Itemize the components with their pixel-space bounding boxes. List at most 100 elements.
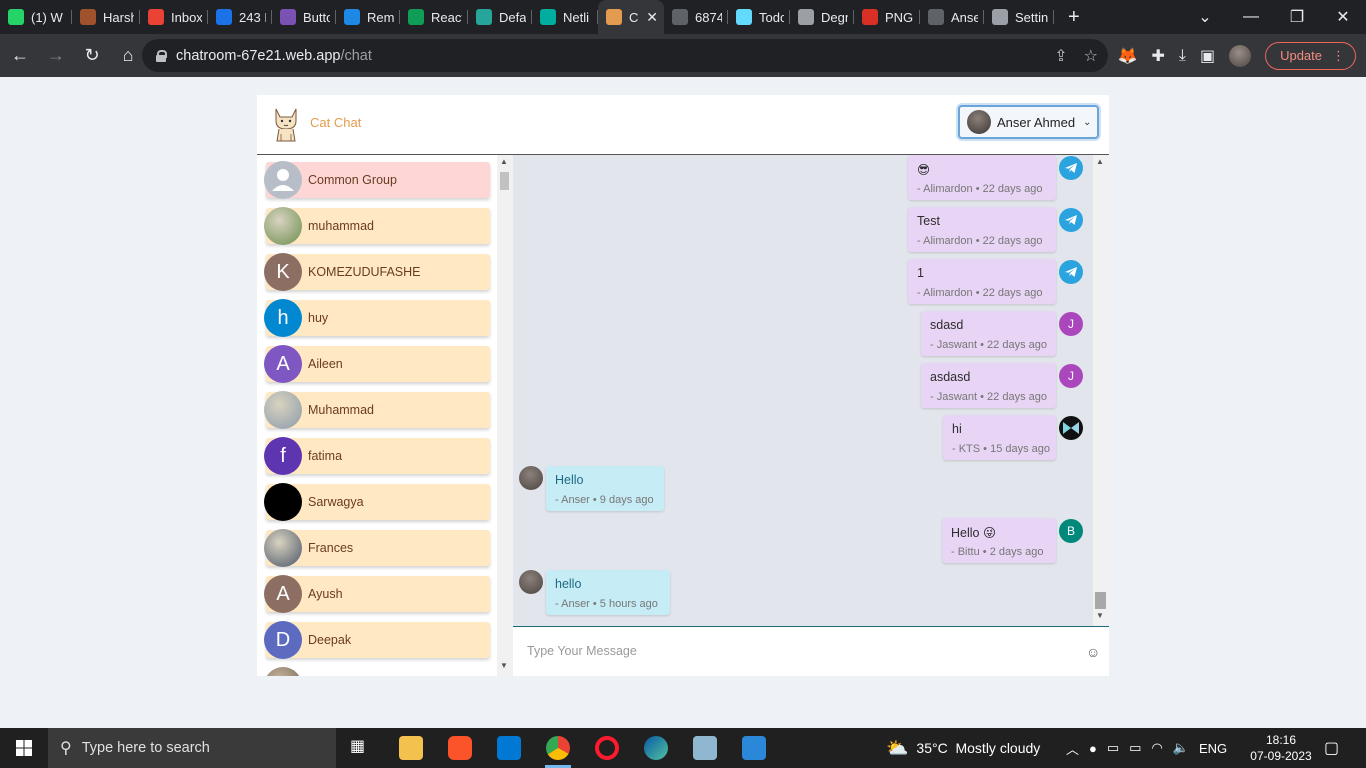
search-icon: ⚲ [60, 740, 72, 757]
brave-browser-icon[interactable] [448, 736, 472, 760]
contact-item[interactable]: muhammad [264, 207, 490, 245]
contact-item[interactable]: D Deepak [264, 621, 490, 659]
tab-title: 6874 [695, 9, 722, 25]
new-tab-icon[interactable]: + [1068, 6, 1080, 29]
contact-item[interactable]: Sarwagya [264, 483, 490, 521]
restore-icon[interactable]: ❐ [1274, 7, 1320, 27]
browser-tab[interactable]: Harsh [72, 0, 140, 34]
browser-tab[interactable]: React [400, 0, 468, 34]
scroll-down-icon[interactable]: ▼ [500, 661, 508, 670]
browser-tab[interactable]: Inbox [140, 0, 208, 34]
contact-item[interactable]: Muhammad [264, 391, 490, 429]
minimize-icon[interactable]: — [1228, 8, 1274, 26]
update-button[interactable]: Update ⋮ [1265, 41, 1356, 70]
sender-avatar: J [1059, 364, 1083, 388]
browser-tab-strip: (1) W Harsh Inbox 243 I Butto Remi React Defa Ne… [0, 0, 1366, 34]
forward-icon[interactable]: → [40, 40, 72, 72]
volume-icon[interactable]: 🔈 [1173, 740, 1189, 756]
browser-tab[interactable]: Anse [920, 0, 984, 34]
lock-icon[interactable] [156, 49, 167, 62]
browser-tab[interactable]: Todo [728, 0, 790, 34]
emoji-icon[interactable]: ☺ [1086, 644, 1100, 660]
contact-item[interactable]: f fatima [264, 437, 490, 475]
scrollbar-thumb[interactable] [1095, 592, 1106, 609]
reload-icon[interactable]: ↻ [76, 40, 108, 72]
side-panel-icon[interactable]: ▣ [1200, 46, 1215, 66]
contact-item[interactable]: A Ayush [264, 575, 490, 613]
chrome-icon[interactable] [546, 736, 570, 760]
profile-avatar[interactable] [1229, 44, 1252, 67]
file-explorer-icon[interactable] [399, 736, 423, 760]
contact-item[interactable]: A Aileen [264, 345, 490, 383]
message-composer[interactable]: Type Your Message ☺ [513, 626, 1109, 676]
meet-now-icon[interactable]: ▭ [1107, 740, 1119, 756]
browser-tab[interactable]: Defa [468, 0, 532, 34]
share-icon[interactable]: ⇪ [1054, 46, 1067, 66]
address-bar[interactable]: chatroom-67e21.web.app/chat ⇪ ☆ [142, 39, 1108, 72]
weather-widget[interactable]: ⛅ 35°C Mostly cloudy [886, 728, 1040, 768]
browser-tab[interactable]: Settin [984, 0, 1054, 34]
scrollbar-thumb[interactable] [500, 172, 509, 190]
edge-icon[interactable] [644, 736, 668, 760]
browser-tab[interactable]: Remi [336, 0, 400, 34]
bolt-icon [476, 9, 492, 25]
opera-icon[interactable] [595, 736, 619, 760]
telegram-icon [1059, 156, 1083, 180]
contact-item[interactable]: h huy [264, 299, 490, 337]
wifi-icon[interactable]: ◠ [1151, 740, 1162, 756]
tray-app-icon[interactable]: ● [1089, 741, 1097, 756]
taskbar-search[interactable]: ⚲ Type here to search [48, 728, 336, 768]
tab-title: Defa [499, 9, 526, 25]
message-bubble: 1 - Alimardon • 22 days ago [908, 259, 1056, 304]
scroll-up-icon[interactable]: ▲ [500, 157, 508, 166]
windows-start-icon[interactable] [16, 740, 32, 756]
user-menu-button[interactable]: Anser Ahmed ⌄ [958, 105, 1099, 139]
lock-icon [798, 9, 814, 25]
browser-tab[interactable]: (1) W [0, 0, 72, 34]
clock[interactable]: 18:16 07-09-2023 [1250, 732, 1312, 764]
chevron-up-icon[interactable]: ︿ [1066, 739, 1079, 758]
cat-icon [606, 9, 622, 25]
contact-list-scrollbar[interactable]: ▲ ▼ [497, 155, 512, 676]
windows-taskbar: ⚲ Type here to search ▦ ⛅ 35°C Mostly cl… [0, 728, 1366, 768]
bookmark-star-icon[interactable]: ☆ [1084, 46, 1098, 66]
battery-icon[interactable]: ▭ [1129, 740, 1141, 756]
message-input[interactable]: Type Your Message [527, 644, 637, 658]
browser-tab[interactable]: C ✕ [598, 0, 664, 34]
task-view-icon[interactable]: ▦ [350, 736, 374, 760]
app-title: Cat Chat [310, 115, 362, 130]
contact-avatar: f [264, 437, 302, 475]
notifications-icon[interactable]: ▢ [1324, 738, 1339, 758]
contact-item[interactable]: K KOMEZUDUFASHE [264, 253, 490, 291]
photos-icon[interactable] [742, 736, 766, 760]
scroll-up-icon[interactable]: ▲ [1096, 157, 1104, 166]
browser-tab[interactable]: 6874 [664, 0, 728, 34]
browser-tab[interactable]: Degn [790, 0, 854, 34]
download-icon[interactable]: ⤓ [1179, 47, 1186, 65]
browser-tab[interactable]: Netli [532, 0, 598, 34]
sender-avatar [519, 570, 543, 594]
url-path: /chat [340, 47, 372, 64]
close-window-icon[interactable]: ✕ [1320, 7, 1366, 27]
scroll-down-icon[interactable]: ▼ [1096, 611, 1104, 620]
close-tab-icon[interactable]: ✕ [646, 9, 658, 26]
contact-avatar [264, 667, 302, 676]
tab-search-icon[interactable]: ⌄ [1182, 7, 1228, 27]
metamask-fox-icon[interactable]: 🦊 [1118, 46, 1138, 66]
cat-logo-icon [275, 108, 297, 142]
browser-tab[interactable]: Butto [272, 0, 336, 34]
extensions-puzzle-icon[interactable]: ✚ [1151, 46, 1164, 66]
globe-icon [672, 9, 688, 25]
browser-tab[interactable]: 243 I [208, 0, 272, 34]
contact-item[interactable]: Common Group [264, 161, 490, 199]
notepad-icon[interactable] [693, 736, 717, 760]
message-list-scrollbar[interactable]: ▲ ▼ [1093, 155, 1108, 626]
browser-tab[interactable]: PNG [854, 0, 920, 34]
home-icon[interactable]: ⌂ [112, 40, 144, 72]
message-text: Hello [555, 473, 584, 487]
taskbar-search-placeholder: Type here to search [81, 740, 210, 756]
contact-item[interactable]: Frances [264, 529, 490, 567]
language-indicator[interactable]: ENG [1199, 741, 1227, 756]
back-icon[interactable]: ← [4, 40, 36, 72]
vscode-icon[interactable] [497, 736, 521, 760]
